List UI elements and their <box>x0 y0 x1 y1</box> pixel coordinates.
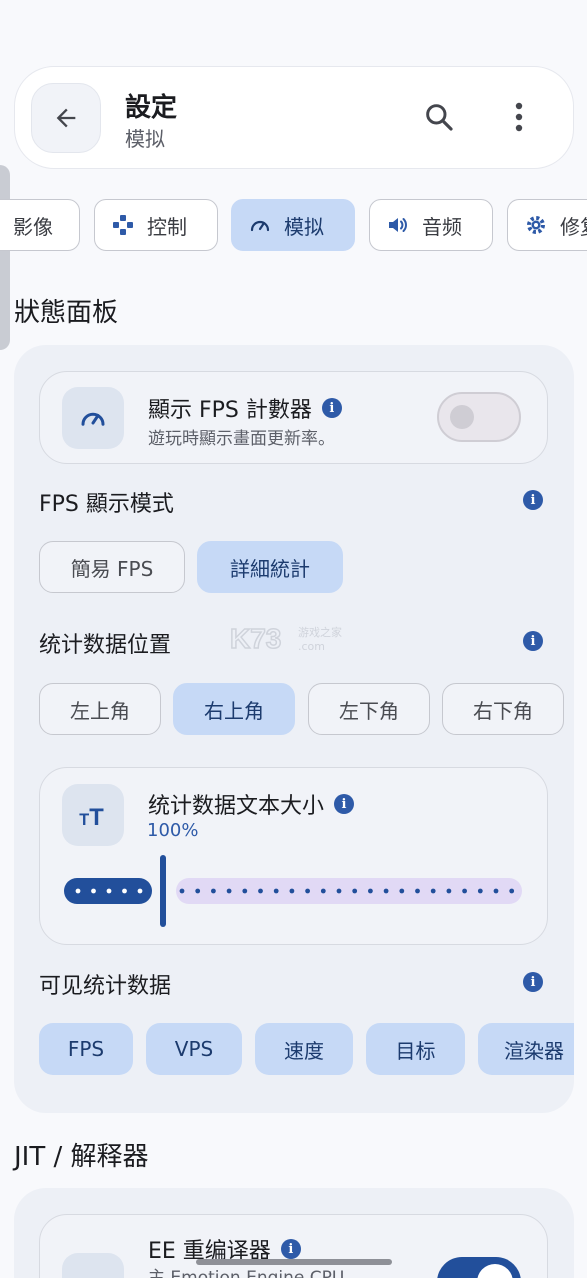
tab-image[interactable]: 影像 <box>0 199 80 251</box>
ee-recompiler-toggle[interactable] <box>437 1257 521 1278</box>
stats-position-label: 统计数据位置 <box>39 633 172 658</box>
text-size-icon-box: T T <box>62 784 124 846</box>
stats-text-size-title: 统计数据文本大小 <box>148 794 325 819</box>
page-title: 設定 <box>125 93 178 123</box>
text-size-icon: T T <box>79 804 104 830</box>
search-button[interactable] <box>419 97 459 137</box>
arrow-left-icon <box>56 108 76 128</box>
ee-recompiler-description: 主 Emotion Engine CPU <box>148 1268 345 1278</box>
fps-mode-label: FPS 顯示模式 <box>39 492 174 517</box>
more-options-button[interactable] <box>499 97 539 137</box>
ee-recompiler-card[interactable]: EE 重编译器 i 主 Emotion Engine CPU <box>39 1214 548 1278</box>
stats-text-size-card: T T 统计数据文本大小 i <box>39 767 548 945</box>
slider-inactive-track[interactable] <box>176 878 522 904</box>
info-icon[interactable]: i <box>523 972 543 992</box>
gamepad-icon <box>111 213 135 237</box>
fps-counter-title-row: 顯示 FPS 計數器 i <box>148 392 342 424</box>
visible-stat-renderer[interactable]: 渲染器 <box>478 1023 574 1075</box>
tab-label: 音频 <box>422 214 462 239</box>
visible-stat-speed[interactable]: 速度 <box>255 1023 353 1075</box>
fps-mode-option-detailed[interactable]: 詳細統計 <box>197 541 343 593</box>
fps-counter-title: 顯示 FPS 計數器 <box>148 398 312 423</box>
stats-text-size-value: 100% <box>147 820 199 841</box>
tab-audio[interactable]: 音频 <box>369 199 493 251</box>
svg-text:游戏之家: 游戏之家 <box>298 625 342 639</box>
tab-label: 控制 <box>147 214 187 239</box>
speedometer-icon <box>81 412 105 426</box>
svg-text:.com: .com <box>298 640 325 653</box>
search-icon <box>426 104 453 131</box>
tab-fixes[interactable]: 修复 <box>507 199 587 251</box>
info-icon[interactable]: i <box>523 490 543 510</box>
slider-thumb[interactable] <box>160 855 166 927</box>
edge-drag-handle[interactable] <box>0 165 10 350</box>
speedometer-icon <box>78 1269 108 1278</box>
more-vertical-icon <box>515 102 523 132</box>
speaker-icon <box>386 213 410 237</box>
visible-stat-target[interactable]: 目标 <box>366 1023 465 1075</box>
fps-mode-option-simple[interactable]: 簡易 FPS <box>39 541 185 593</box>
stats-position-bottom-left[interactable]: 左下角 <box>308 683 430 735</box>
fps-counter-description: 遊玩時顯示畫面更新率。 <box>148 429 335 449</box>
gear-icon <box>524 213 548 237</box>
fps-counter-card[interactable]: 顯示 FPS 計數器 i 遊玩時顯示畫面更新率。 <box>39 371 548 464</box>
section-title-jit: JIT / 解释器 <box>14 1142 149 1172</box>
svg-text:T: T <box>89 804 104 830</box>
tab-emulation[interactable]: 模拟 <box>231 199 355 251</box>
page-subtitle: 模拟 <box>125 127 165 151</box>
visible-stat-fps[interactable]: FPS <box>39 1023 133 1075</box>
ee-recompiler-icon-box <box>62 1253 124 1278</box>
stats-position-bottom-right[interactable]: 右下角 <box>442 683 564 735</box>
stats-text-size-title-row: 统计数据文本大小 i <box>148 788 355 820</box>
tab-label: 修复 <box>560 214 587 239</box>
tab-controls[interactable]: 控制 <box>94 199 218 251</box>
watermark-logo: K73 游戏之家 .com <box>230 622 342 655</box>
info-icon[interactable]: i <box>280 1239 301 1259</box>
fps-counter-toggle[interactable] <box>437 392 521 442</box>
slider-active-track[interactable] <box>64 878 152 904</box>
speedometer-icon <box>248 213 272 237</box>
section-title-status-panel: 狀態面板 <box>14 298 119 328</box>
top-app-bar: 設定 模拟 <box>14 66 574 169</box>
svg-text:T: T <box>79 811 89 829</box>
info-icon[interactable]: i <box>321 398 342 418</box>
info-icon[interactable]: i <box>334 794 355 814</box>
visible-stat-vps[interactable]: VPS <box>146 1023 242 1075</box>
tab-label: 影像 <box>13 214 53 239</box>
toggle-knob <box>450 405 474 429</box>
toggle-knob <box>477 1264 513 1278</box>
stats-position-top-right[interactable]: 右上角 <box>173 683 295 735</box>
svg-text:K73: K73 <box>230 623 281 654</box>
tab-label: 模拟 <box>284 214 324 239</box>
info-icon[interactable]: i <box>523 631 543 651</box>
back-button[interactable] <box>31 83 101 153</box>
visible-stats-label: 可见统计数据 <box>39 974 172 999</box>
home-indicator[interactable] <box>196 1259 392 1265</box>
fps-counter-icon-box <box>62 387 124 449</box>
stats-position-top-left[interactable]: 左上角 <box>39 683 161 735</box>
